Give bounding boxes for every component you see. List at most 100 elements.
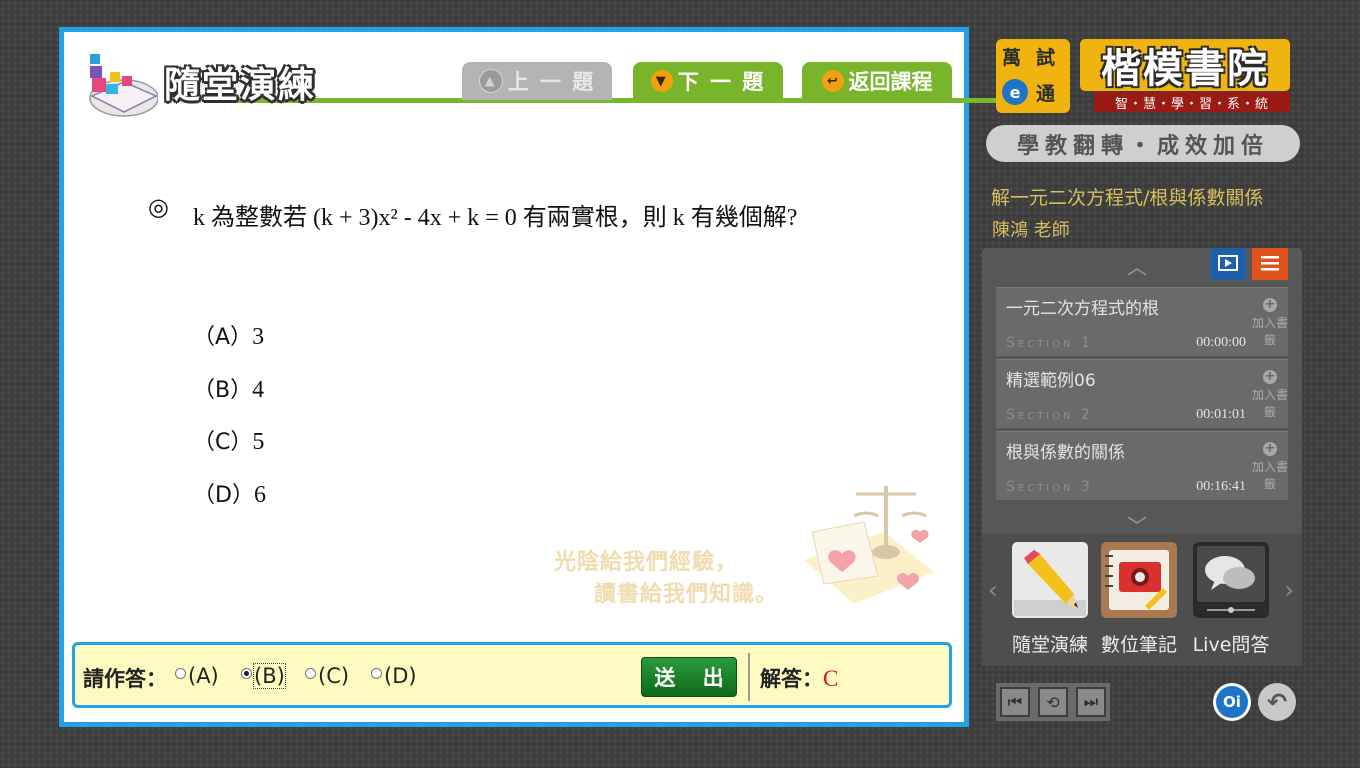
- quiz-title: 隨堂演練: [164, 65, 317, 106]
- tools-prev-icon[interactable]: ‹: [988, 576, 998, 604]
- scroll-up-icon[interactable]: ︿: [1127, 251, 1147, 280]
- live-qa-tool-button[interactable]: Live問答: [1191, 542, 1271, 657]
- media-controls: ⏮ ⟲ ⏭: [996, 683, 1110, 721]
- tool-bar: ‹ › 隨堂演練 數位筆記 Live問答: [982, 534, 1302, 666]
- arrow-up-icon: ▲: [478, 69, 503, 93]
- tool-label: 數位筆記: [1100, 634, 1177, 656]
- prev-question-button[interactable]: ▲ 上 一 題: [462, 62, 612, 100]
- choice-d-radio[interactable]: (D): [371, 664, 417, 688]
- pencil-icon: [1012, 542, 1088, 618]
- return-icon: ↩: [821, 70, 844, 92]
- notebook-icon: [1101, 542, 1177, 618]
- tool-label: Live問答: [1192, 634, 1270, 656]
- back-to-course-button[interactable]: ↩ 返回課程: [802, 62, 952, 100]
- add-bookmark-button-3[interactable]: + 加入書籤: [1252, 431, 1288, 500]
- section-time: 00:16:41: [1196, 479, 1246, 494]
- logo-char-shi: 試: [1036, 47, 1056, 69]
- video-list-tab[interactable]: [1210, 248, 1246, 280]
- question-mark: ◎: [148, 195, 169, 221]
- choice-b-label: (B): [253, 663, 286, 689]
- add-bookmark-button-2[interactable]: + 加入書籤: [1252, 359, 1288, 428]
- section-item-3[interactable]: 根與係數的關係 Section 3 00:16:41: [996, 431, 1252, 500]
- plus-icon: +: [1263, 441, 1277, 456]
- add-bookmark-label: 加入書籤: [1252, 460, 1289, 491]
- next-question-label: 下 一 題: [677, 70, 766, 94]
- scale-heart-icon: [804, 486, 934, 604]
- submit-button[interactable]: 送 出: [641, 657, 737, 697]
- section-item-2[interactable]: 精選範例06 Section 2 00:01:01: [996, 359, 1252, 428]
- section-label: Section 1: [1006, 335, 1093, 351]
- plus-icon: +: [1263, 297, 1277, 312]
- quiz-tool-button[interactable]: 隨堂演練: [1010, 542, 1090, 657]
- quiz-panel: 隨堂演練 ▲ 上 一 題 ▼ 下 一 題 ↩ 返回課程 ◎ k 為整數若 (k …: [59, 27, 1014, 727]
- section-item-1[interactable]: 一元二次方程式的根 Section 1 00:00:00: [996, 287, 1252, 356]
- return-icon[interactable]: ↶: [1258, 683, 1296, 721]
- choice-c-label: (C): [318, 664, 350, 688]
- choice-a-radio[interactable]: (A): [175, 664, 219, 688]
- section-title: 根與係數的關係: [1006, 443, 1125, 463]
- choice-a-label: (A): [188, 664, 219, 688]
- slogan: 學教翻轉・成效加倍: [986, 125, 1300, 162]
- option-label: （C）: [193, 430, 253, 455]
- radio-checked-icon: [241, 667, 252, 679]
- plus-icon: +: [1263, 369, 1277, 384]
- divider: [748, 653, 750, 701]
- choice-b-radio[interactable]: (B): [241, 663, 286, 689]
- notes-tool-button[interactable]: 數位筆記: [1099, 542, 1179, 657]
- option-b: （B）4: [193, 372, 266, 425]
- watermark: 光陰給我們經驗， 讀書給我們知識。: [554, 472, 944, 622]
- logo-char-e: e: [1002, 79, 1028, 105]
- tools-next-icon[interactable]: ›: [1284, 576, 1294, 604]
- option-a: （A）3: [193, 319, 266, 372]
- prev-question-label: 上 一 題: [507, 70, 596, 94]
- question-text: k 為整數若 (k + 3)x² - 4x + k = 0 有兩實根，則 k 有…: [193, 205, 798, 231]
- add-bookmark-button-1[interactable]: + 加入書籤: [1252, 287, 1288, 356]
- next-question-button[interactable]: ▼ 下 一 題: [633, 62, 783, 100]
- section-label: Section 3: [1006, 479, 1093, 495]
- add-bookmark-label: 加入書籤: [1252, 388, 1289, 419]
- option-value: 3: [252, 324, 265, 350]
- watermark-line-1: 光陰給我們經驗，: [554, 550, 739, 575]
- add-bookmark-label: 加入書籤: [1252, 316, 1289, 347]
- play-icon: [1218, 255, 1238, 271]
- option-label: （D）: [193, 482, 254, 508]
- option-list: （A）3 （B）4 （C）5 （D）6: [193, 319, 266, 529]
- watermark-line-2: 讀書給我們知識。: [594, 582, 779, 607]
- skip-forward-icon[interactable]: ⏭: [1076, 687, 1106, 717]
- radio-icon: [371, 667, 382, 679]
- repeat-icon[interactable]: ⟲: [1038, 687, 1068, 717]
- section-title: 精選範例06: [1006, 371, 1096, 391]
- quiz-logo: 隨堂演練: [76, 42, 376, 122]
- answer-bar: 請作答： (A) (B) (C) (D) 送 出 解答：C: [72, 642, 952, 708]
- section-label: Section 2: [1006, 407, 1093, 423]
- option-label: （A）: [193, 325, 253, 350]
- brand-name: 楷模書院: [1080, 39, 1290, 92]
- blocks-icon: [89, 54, 158, 117]
- radio-icon: [175, 667, 186, 679]
- tool-label: 隨堂演練: [1011, 634, 1088, 656]
- section-time: 00:00:00: [1196, 335, 1246, 350]
- section-time: 00:01:01: [1196, 407, 1246, 422]
- oi-icon: Oi: [1216, 686, 1248, 718]
- section-title: 一元二次方程式的根: [1006, 299, 1159, 319]
- answer-result: 解答：C: [760, 663, 838, 693]
- arrow-down-icon: ▼: [650, 70, 673, 92]
- menu-list-tab[interactable]: [1252, 248, 1288, 280]
- option-value: 4: [252, 376, 265, 403]
- back-to-course-label: 返回課程: [848, 70, 933, 94]
- option-c: （C）5: [193, 424, 266, 477]
- menu-icon: [1261, 256, 1279, 271]
- choice-d-label: (D): [384, 664, 417, 688]
- choice-c-radio[interactable]: (C): [305, 664, 349, 688]
- option-value: 6: [253, 481, 266, 508]
- quiz-content: 隨堂演練 ▲ 上 一 題 ▼ 下 一 題 ↩ 返回課程 ◎ k 為整數若 (k …: [64, 32, 1014, 722]
- wanshi-etong-logo: 萬 試 e 通: [996, 39, 1070, 113]
- option-label: （B）: [193, 377, 253, 403]
- radio-icon: [305, 667, 316, 679]
- skip-back-icon[interactable]: ⏮: [1000, 687, 1030, 717]
- brand-logo: 萬 試 e 通 楷模書院 智・慧・學・習・系・統: [996, 39, 1296, 113]
- chat-icon: [1193, 542, 1269, 618]
- course-title: 解一元二次方程式/根與係數關係: [991, 187, 1264, 209]
- oi-button[interactable]: Oi: [1213, 683, 1251, 721]
- option-value: 5: [252, 429, 265, 455]
